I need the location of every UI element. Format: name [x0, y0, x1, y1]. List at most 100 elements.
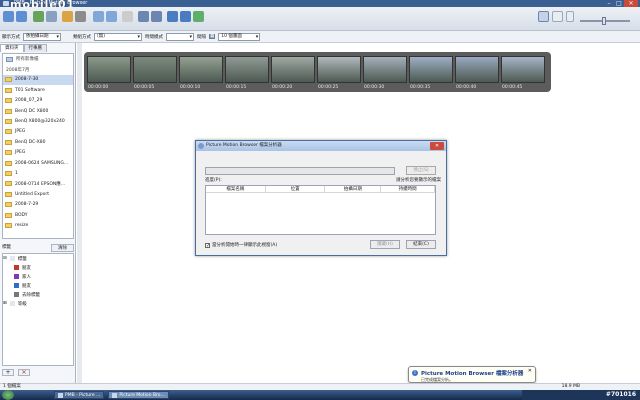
interval-select[interactable]: 10 個畫面: [218, 32, 261, 41]
start-button[interactable]: [2, 390, 14, 400]
column-location[interactable]: 位置: [266, 186, 326, 192]
month-group[interactable]: 2008年7月: [3, 64, 73, 74]
dialog-close-button[interactable]: ✕: [430, 142, 444, 150]
add-tag-button[interactable]: +: [2, 369, 14, 376]
folder-item[interactable]: resize: [3, 220, 73, 230]
all-images-item[interactable]: 所有影像檔: [3, 54, 73, 64]
balloon-title: Picture Motion Browser 檔案分析器: [421, 371, 524, 377]
sidebar-splitter[interactable]: [77, 43, 82, 383]
print-icon[interactable]: [62, 11, 73, 22]
tab-folders[interactable]: 資料夾: [0, 44, 24, 52]
tag-item[interactable]: 去除標籤: [3, 290, 73, 299]
delete-icon[interactable]: [122, 11, 133, 22]
folder-item[interactable]: BODY: [3, 210, 73, 220]
hide-button[interactable]: 隱藏(H): [370, 240, 400, 249]
taskbar-item-analyzer[interactable]: Picture Motion Bro...: [108, 391, 169, 399]
folder-item[interactable]: JPEG: [3, 127, 73, 137]
edit-icon[interactable]: [138, 11, 149, 22]
folder-item[interactable]: JPEG: [3, 148, 73, 158]
video-frame-thumbnail[interactable]: [179, 56, 223, 83]
video-frame-thumbnail[interactable]: [455, 56, 499, 83]
zoom-slider[interactable]: [580, 17, 630, 25]
video-frame-thumbnail[interactable]: [225, 56, 269, 83]
minimize-button[interactable]: –: [604, 0, 614, 7]
video-frame-thumbnail[interactable]: [363, 56, 407, 83]
folder-tree: 所有影像檔 2008年7月 2008-7-30 T01 Software 200…: [2, 53, 74, 239]
disc-icon[interactable]: [193, 11, 204, 22]
zoom-out-icon[interactable]: [566, 11, 574, 22]
map-icon[interactable]: [167, 11, 178, 22]
folder-item[interactable]: 2008-0714 EPSON應...: [3, 179, 73, 189]
status-file-count: 1 個檔案: [3, 384, 21, 389]
frame-timecode: 00:00:45: [502, 85, 523, 90]
video-frame-thumbnail[interactable]: [409, 56, 453, 83]
column-duration[interactable]: 持續時間: [381, 186, 435, 192]
tag-item[interactable]: 家人: [3, 272, 73, 281]
clear-tags-button[interactable]: 清除: [51, 244, 74, 252]
notification-balloon[interactable]: i Picture Motion Browser 檔案分析器 已完成檔案分析。 …: [408, 366, 536, 383]
folder-icon: [5, 98, 12, 104]
folder-item[interactable]: 2008-7-30: [3, 74, 73, 86]
folder-item[interactable]: Untitled Export: [3, 189, 73, 199]
exit-button[interactable]: 結束(C): [406, 240, 436, 249]
video-frame-thumbnail[interactable]: [87, 56, 131, 83]
video-frame-thumbnail[interactable]: [501, 56, 545, 83]
tag-item[interactable]: 朋友: [3, 263, 73, 272]
frame-timecode: 00:00:00: [88, 85, 109, 90]
taskbar-item-pmb[interactable]: PMB - Picture ...: [54, 391, 105, 399]
sort-select[interactable]: (無): [94, 32, 142, 41]
video-frame-thumbnail[interactable]: [133, 56, 177, 83]
search-icon[interactable]: [180, 11, 191, 22]
remaining-label: 請分析您要顯示的檔案: [396, 178, 441, 183]
folder-icon: [5, 108, 12, 114]
folder-item[interactable]: 2008-0624 SAMSUNG...: [3, 158, 73, 168]
folder-item[interactable]: 2008-7-29: [3, 199, 73, 209]
thumbnail-view-icon[interactable]: [538, 11, 549, 22]
checkbox-box[interactable]: ✓: [205, 242, 210, 248]
close-button[interactable]: ✕: [624, 0, 638, 7]
time-label: 時間模式: [145, 34, 163, 40]
column-date[interactable]: 拍攝日期: [325, 186, 382, 192]
time-select[interactable]: [166, 32, 194, 41]
maximize-button[interactable]: □: [614, 0, 624, 7]
frame-timecode: 00:00:10: [180, 85, 201, 90]
file-list[interactable]: 檔案名稱 位置 拍攝日期 持續時間: [205, 185, 436, 235]
tag-item[interactable]: ⊟ 標籤: [3, 254, 73, 263]
stop-button[interactable]: 停止(S): [406, 166, 436, 175]
expand-icon[interactable]: ⊞: [3, 301, 7, 306]
frame-timecode: 00:00:25: [318, 85, 339, 90]
expand-icon[interactable]: ⊟: [3, 256, 7, 261]
folder-item[interactable]: 1: [3, 168, 73, 178]
sidebar: 資料夾 行事曆 所有影像檔 2008年7月 2008-7-30 T01 Soft…: [0, 43, 76, 383]
zoom-slider-knob[interactable]: [602, 17, 606, 25]
app-window: PMB - Picture Motion Browser mobile01 – …: [0, 0, 640, 400]
video-frame-thumbnail[interactable]: [271, 56, 315, 83]
system-tray: #701016: [522, 390, 640, 400]
folder-item[interactable]: BenQ DC X800: [3, 106, 73, 116]
balloon-close-icon[interactable]: ✕: [528, 368, 532, 374]
interval-mode-button[interactable]: ▦: [209, 34, 216, 39]
always-show-checkbox[interactable]: ✓ 當分析開始時一律顯示此視窗(A): [205, 242, 277, 248]
remove-tag-button[interactable]: ✕: [18, 369, 30, 376]
tag-item[interactable]: 朋友: [3, 281, 73, 290]
list-view-icon[interactable]: [552, 11, 563, 22]
export-icon[interactable]: [75, 11, 86, 22]
folder-item[interactable]: 2008_07_29: [3, 96, 73, 106]
back-icon[interactable]: [3, 11, 14, 22]
forward-icon[interactable]: [16, 11, 27, 22]
rotate-icon[interactable]: [93, 11, 104, 22]
tab-calendar[interactable]: 行事曆: [23, 44, 47, 52]
frame-timecode: 00:00:05: [134, 85, 155, 90]
tag-icon: [14, 265, 19, 270]
folder-item[interactable]: BenQ X800@320x240: [3, 116, 73, 126]
import-icon[interactable]: [33, 11, 44, 22]
rating-item[interactable]: ⊞ 等級: [3, 299, 73, 308]
rotate-right-icon[interactable]: [106, 11, 117, 22]
folder-item[interactable]: T01 Software: [3, 85, 73, 95]
folder-item[interactable]: BenQ DC-X80: [3, 137, 73, 147]
column-filename[interactable]: 檔案名稱: [206, 186, 266, 192]
video-frame-thumbnail[interactable]: [317, 56, 361, 83]
view-icon[interactable]: [46, 11, 57, 22]
filter-icon[interactable]: [151, 11, 162, 22]
display-select[interactable]: 依拍攝日期: [23, 32, 61, 41]
